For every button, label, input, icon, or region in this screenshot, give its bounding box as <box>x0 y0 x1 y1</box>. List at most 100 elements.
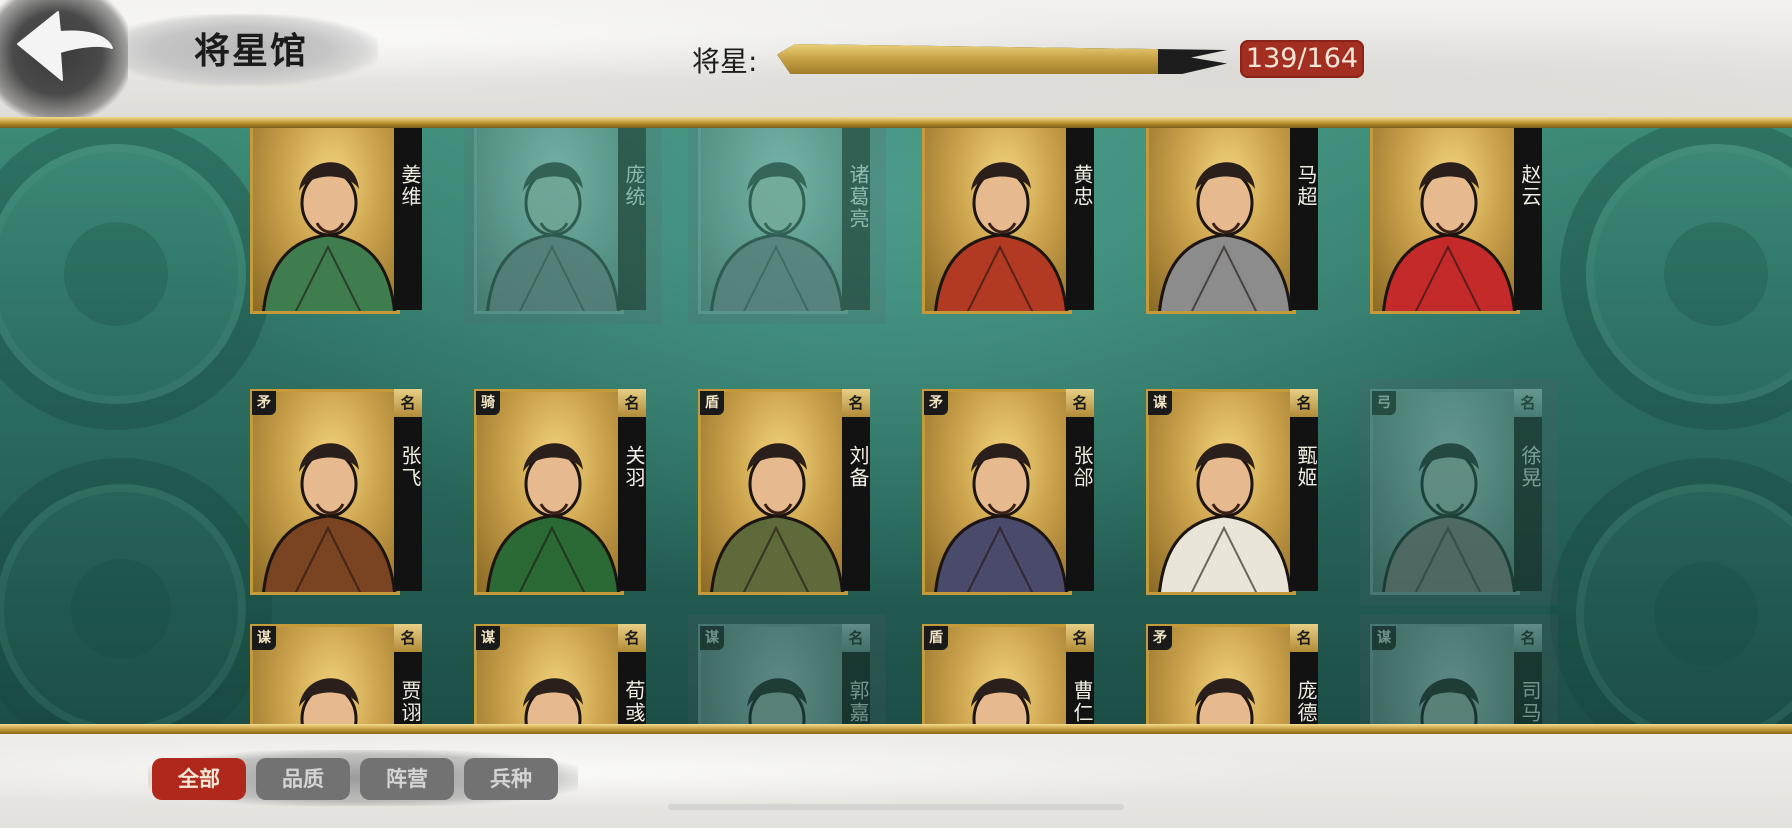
name-strip <box>1514 128 1542 310</box>
hero-figure <box>710 443 844 592</box>
hero-card[interactable]: 张飞 矛 名 <box>250 389 428 595</box>
name-strip <box>842 395 870 591</box>
rank-badge: 名 <box>618 624 646 652</box>
name-strip <box>618 395 646 591</box>
hero-name: 关羽 <box>622 445 646 489</box>
hero-portrait <box>1146 389 1296 595</box>
hero-figure <box>1158 443 1292 592</box>
hero-card[interactable]: 赵云 <box>1370 128 1548 314</box>
hero-card[interactable]: 黄忠 <box>922 128 1100 314</box>
hero-figure <box>486 162 620 311</box>
progress-label: 将星: <box>692 45 758 78</box>
hero-card[interactable]: 徐晃 弓 名 <box>1360 379 1558 605</box>
hero-name: 庞统 <box>622 164 646 208</box>
name-strip <box>618 128 646 310</box>
name-strip <box>394 128 422 310</box>
hero-name: 荀彧 <box>622 680 646 724</box>
hero-figure <box>262 443 396 592</box>
top-bar: 将星馆 将星: 139/164 <box>0 0 1792 120</box>
filter-bar: 全部 品质 阵营 兵种 <box>0 734 1792 828</box>
troop-type-badge: 谋 <box>700 626 724 650</box>
hero-card[interactable]: 姜维 <box>250 128 428 314</box>
name-strip <box>1066 395 1094 591</box>
hero-card[interactable]: 郭嘉 谋 名 <box>688 614 886 724</box>
troop-type-badge: 矛 <box>252 391 276 415</box>
hero-name: 徐晃 <box>1518 445 1542 489</box>
hero-name: 甄姬 <box>1294 445 1318 489</box>
rank-badge: 名 <box>1514 389 1542 417</box>
troop-type-badge: 盾 <box>700 391 724 415</box>
troop-type-badge: 矛 <box>924 391 948 415</box>
hero-figure <box>1382 162 1516 311</box>
rank-badge: 名 <box>842 624 870 652</box>
hero-card[interactable]: 马超 <box>1146 128 1324 314</box>
troop-type-badge: 谋 <box>1372 626 1396 650</box>
hero-card[interactable]: 诸葛亮 <box>688 128 886 324</box>
rank-badge: 名 <box>394 624 422 652</box>
progress-count-badge: 139/164 <box>1240 40 1364 78</box>
hero-portrait <box>1370 389 1520 595</box>
hero-card[interactable]: 甄姬 谋 名 <box>1146 389 1324 595</box>
hero-portrait <box>922 389 1072 595</box>
dragon-emblem-icon <box>0 128 272 430</box>
hero-card-grid: 姜维 庞统 诸葛亮 黄忠 马超 赵云 张飞 矛 名 关羽 骑 名 刘备 盾 名 … <box>250 128 1570 724</box>
home-indicator[interactable] <box>668 804 1124 810</box>
hero-card[interactable]: 庞德 矛 名 <box>1146 624 1324 724</box>
hero-card[interactable]: 曹仁 盾 名 <box>922 624 1100 724</box>
hero-figure <box>486 443 620 592</box>
hero-portrait <box>698 389 848 595</box>
tiger-emblem-icon <box>1560 128 1792 430</box>
hero-name: 诸葛亮 <box>846 164 870 230</box>
hero-name: 张飞 <box>398 445 422 489</box>
progress-fill <box>777 44 1159 74</box>
rank-badge: 名 <box>1514 624 1542 652</box>
troop-type-badge: 骑 <box>476 391 500 415</box>
rank-badge: 名 <box>1290 624 1318 652</box>
hero-name: 曹仁 <box>1070 680 1094 724</box>
troop-type-badge: 谋 <box>1148 391 1172 415</box>
filter-troop-type-button[interactable]: 兵种 <box>464 758 558 800</box>
hero-portrait <box>250 128 400 314</box>
tortoise-emblem-icon <box>0 458 272 724</box>
rank-badge: 名 <box>618 389 646 417</box>
hero-portrait <box>474 128 624 314</box>
hero-card[interactable]: 关羽 骑 名 <box>474 389 652 595</box>
back-arrow-icon <box>17 11 113 81</box>
hero-collection-panel: 姜维 庞统 诸葛亮 黄忠 马超 赵云 张飞 矛 名 关羽 骑 名 刘备 盾 名 … <box>0 128 1792 724</box>
page-title: 将星馆 <box>194 30 309 72</box>
hero-card[interactable]: 刘备 盾 名 <box>698 389 876 595</box>
troop-type-badge: 矛 <box>1148 626 1172 650</box>
hero-name: 马超 <box>1294 164 1318 208</box>
troop-type-badge: 弓 <box>1372 391 1396 415</box>
rank-badge: 名 <box>1290 389 1318 417</box>
hero-name: 赵云 <box>1518 164 1542 208</box>
hero-portrait <box>698 128 848 314</box>
hero-figure <box>1382 443 1516 592</box>
troop-type-badge: 谋 <box>476 626 500 650</box>
hero-portrait <box>922 128 1072 314</box>
hero-card[interactable]: 荀彧 谋 名 <box>474 624 652 724</box>
hero-name: 黄忠 <box>1070 164 1094 208</box>
progress-bar <box>777 44 1227 74</box>
rank-badge: 名 <box>394 389 422 417</box>
gold-rail-top <box>0 117 1792 128</box>
hero-name: 司马懿 <box>1518 680 1542 724</box>
troop-type-badge: 盾 <box>924 626 948 650</box>
rank-badge: 名 <box>842 389 870 417</box>
hero-card[interactable]: 庞统 <box>464 128 662 324</box>
hero-portrait <box>1370 128 1520 314</box>
hero-figure <box>710 162 844 311</box>
hero-card[interactable]: 张郃 矛 名 <box>922 389 1100 595</box>
hero-figure <box>1158 162 1292 311</box>
back-button[interactable] <box>0 0 128 118</box>
hero-card[interactable]: 司马懿 谋 名 <box>1360 614 1558 724</box>
filter-faction-button[interactable]: 阵营 <box>360 758 454 800</box>
hero-card[interactable]: 贾诩 谋 名 <box>250 624 428 724</box>
filter-quality-button[interactable]: 品质 <box>256 758 350 800</box>
hero-name: 刘备 <box>846 445 870 489</box>
troop-type-badge: 谋 <box>252 626 276 650</box>
filter-all-button[interactable]: 全部 <box>152 758 246 800</box>
name-strip <box>1290 128 1318 310</box>
hero-name: 贾诩 <box>398 680 422 724</box>
hero-portrait <box>1146 128 1296 314</box>
